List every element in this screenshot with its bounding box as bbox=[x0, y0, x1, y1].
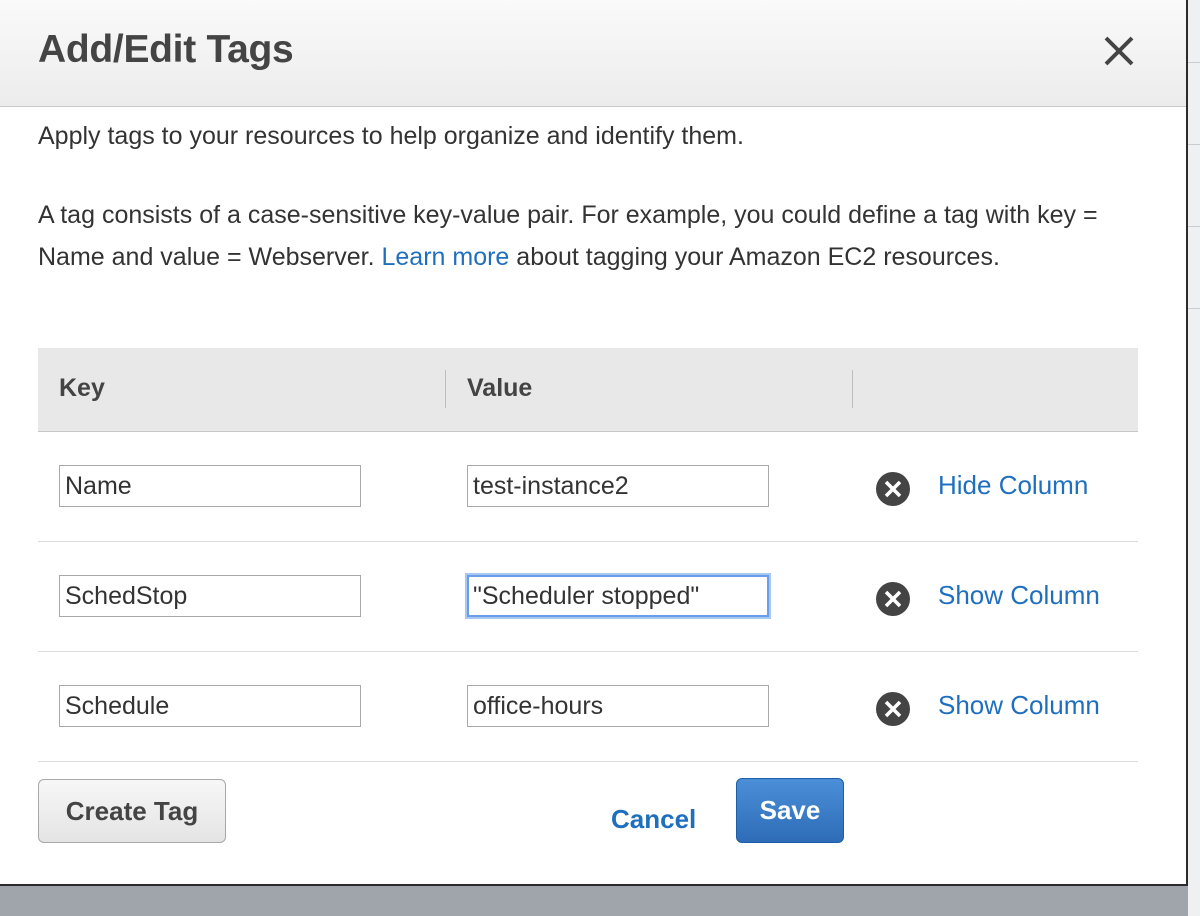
show-column-link[interactable]: Show Column bbox=[938, 580, 1100, 611]
remove-circle-x-icon bbox=[876, 582, 910, 616]
table-row: Show Column bbox=[38, 652, 1138, 762]
tag-value-input[interactable] bbox=[467, 465, 769, 507]
table-row: Show Column bbox=[38, 542, 1138, 652]
description-text-end: about tagging your Amazon EC2 resources. bbox=[509, 243, 1000, 271]
dialog-header: Add/Edit Tags bbox=[0, 0, 1186, 107]
create-tag-button[interactable]: Create Tag bbox=[38, 779, 226, 843]
background-page-edge bbox=[1188, 0, 1200, 916]
save-button[interactable]: Save bbox=[736, 778, 844, 843]
tag-key-input[interactable] bbox=[59, 575, 361, 617]
tag-key-input[interactable] bbox=[59, 685, 361, 727]
remove-tag-button[interactable] bbox=[874, 470, 912, 508]
tag-value-input[interactable] bbox=[467, 575, 769, 617]
close-icon bbox=[1104, 36, 1134, 66]
value-column-header: Value bbox=[467, 374, 533, 402]
remove-circle-x-icon bbox=[876, 472, 910, 506]
learn-more-link[interactable]: Learn more bbox=[381, 243, 509, 271]
close-button[interactable] bbox=[1098, 30, 1140, 72]
dialog-intro-text: Apply tags to your resources to help org… bbox=[38, 122, 744, 150]
remove-tag-button[interactable] bbox=[874, 580, 912, 618]
remove-circle-x-icon bbox=[876, 692, 910, 726]
dialog-title: Add/Edit Tags bbox=[38, 28, 294, 71]
tag-key-input[interactable] bbox=[59, 465, 361, 507]
column-divider bbox=[852, 370, 853, 408]
key-column-header: Key bbox=[59, 374, 105, 402]
table-row: Hide Column bbox=[38, 432, 1138, 542]
add-edit-tags-dialog: Add/Edit Tags Apply tags to your resourc… bbox=[0, 0, 1188, 886]
dialog-description: A tag consists of a case-sensitive key-v… bbox=[38, 194, 1148, 278]
show-column-link[interactable]: Show Column bbox=[938, 690, 1100, 721]
table-header: Key Value bbox=[38, 348, 1138, 432]
cancel-button[interactable]: Cancel bbox=[611, 804, 696, 835]
remove-tag-button[interactable] bbox=[874, 690, 912, 728]
tags-table: Key Value Hide Column bbox=[38, 348, 1138, 762]
column-divider bbox=[445, 370, 446, 408]
hide-column-link[interactable]: Hide Column bbox=[938, 470, 1088, 501]
tag-value-input[interactable] bbox=[467, 685, 769, 727]
